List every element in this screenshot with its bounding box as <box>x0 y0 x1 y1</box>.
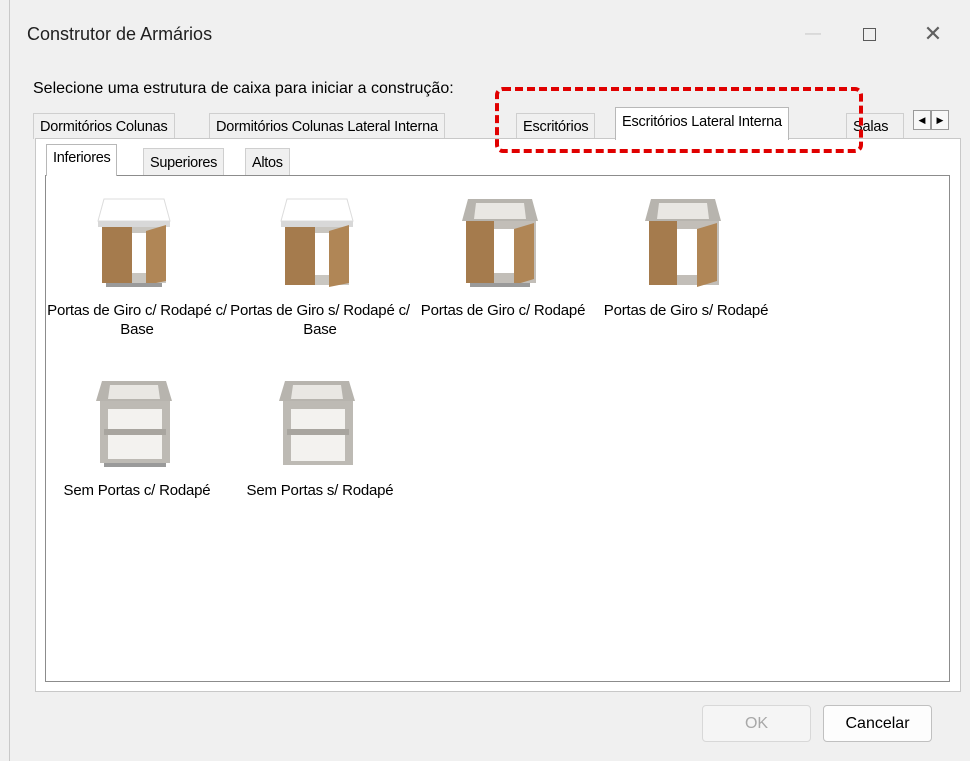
cabinet-doors-open-top-icon <box>631 186 741 296</box>
tab-scroll-arrows: ◀ ▶ <box>913 110 949 130</box>
cabinet-list[interactable]: Portas de Giro c/ Rodapé c/ Base Portas … <box>45 175 950 682</box>
tab-escritorios-lateral-interna[interactable]: Escritórios Lateral Interna <box>615 107 789 140</box>
tab-dormitorios-colunas-lateral-interna[interactable]: Dormitórios Colunas Lateral Interna <box>209 113 445 139</box>
tab-escritorios[interactable]: Escritórios <box>516 113 596 139</box>
tab-altos[interactable]: Altos <box>245 148 290 175</box>
arrow-left-icon: ◀ <box>918 114 926 125</box>
cabinet-doors-white-top-icon <box>82 186 192 296</box>
cabinet-no-doors-icon <box>265 366 375 476</box>
tab-dormitorios-colunas[interactable]: Dormitórios Colunas <box>33 113 175 139</box>
close-button[interactable]: ✕ <box>910 18 956 50</box>
tab-salas[interactable]: Salas <box>846 113 904 139</box>
item-label: Portas de Giro s/ Rodapé <box>603 302 769 319</box>
tab-inferiores[interactable]: Inferiores <box>46 144 118 176</box>
ok-button[interactable]: OK <box>702 705 811 742</box>
instruction-label: Selecione uma estrutura de caixa para in… <box>33 80 454 97</box>
arrow-right-icon: ▶ <box>936 114 944 125</box>
cabinet-no-doors-icon <box>82 366 192 476</box>
item-label: Portas de Giro s/ Rodapé c/ Base <box>230 302 410 338</box>
close-icon: ✕ <box>923 21 943 46</box>
item-label: Portas de Giro c/ Rodapé <box>420 302 586 319</box>
maximize-icon <box>862 27 876 41</box>
minimize-button[interactable]: — <box>790 18 836 50</box>
title-bar[interactable]: Construtor de Armários — ✕ <box>10 0 970 66</box>
item-label: Sem Portas s/ Rodapé <box>246 482 394 499</box>
tab-scroll-left-button[interactable]: ◀ <box>913 110 931 130</box>
cabinet-builder-window: Construtor de Armários — ✕ Selecione uma… <box>9 0 970 761</box>
cabinet-doors-white-top-icon <box>265 186 375 296</box>
category-tabs: Dormitórios Colunas Dormitórios Colunas … <box>33 107 959 140</box>
list-item[interactable]: Portas de Giro s/ Rodapé c/ Base <box>230 186 410 339</box>
maximize-button[interactable] <box>846 18 892 50</box>
tab-scroll-right-button[interactable]: ▶ <box>931 110 949 130</box>
list-item[interactable]: Sem Portas c/ Rodapé <box>47 366 227 500</box>
window-title: Construtor de Armários <box>27 24 213 44</box>
cabinet-doors-open-top-icon <box>448 186 558 296</box>
item-label: Sem Portas c/ Rodapé <box>63 482 211 499</box>
cancel-button[interactable]: Cancelar <box>823 705 932 742</box>
tab-content-panel: Inferiores Superiores Altos Portas de Gi… <box>35 138 961 692</box>
item-label: Portas de Giro c/ Rodapé c/ Base <box>47 302 227 338</box>
tab-superiores[interactable]: Superiores <box>143 148 225 175</box>
minimize-icon: — <box>805 25 821 42</box>
list-item[interactable]: Portas de Giro c/ Rodapé <box>413 186 593 320</box>
list-item[interactable]: Portas de Giro s/ Rodapé <box>596 186 776 320</box>
list-item[interactable]: Sem Portas s/ Rodapé <box>230 366 410 500</box>
list-item[interactable]: Portas de Giro c/ Rodapé c/ Base <box>47 186 227 339</box>
